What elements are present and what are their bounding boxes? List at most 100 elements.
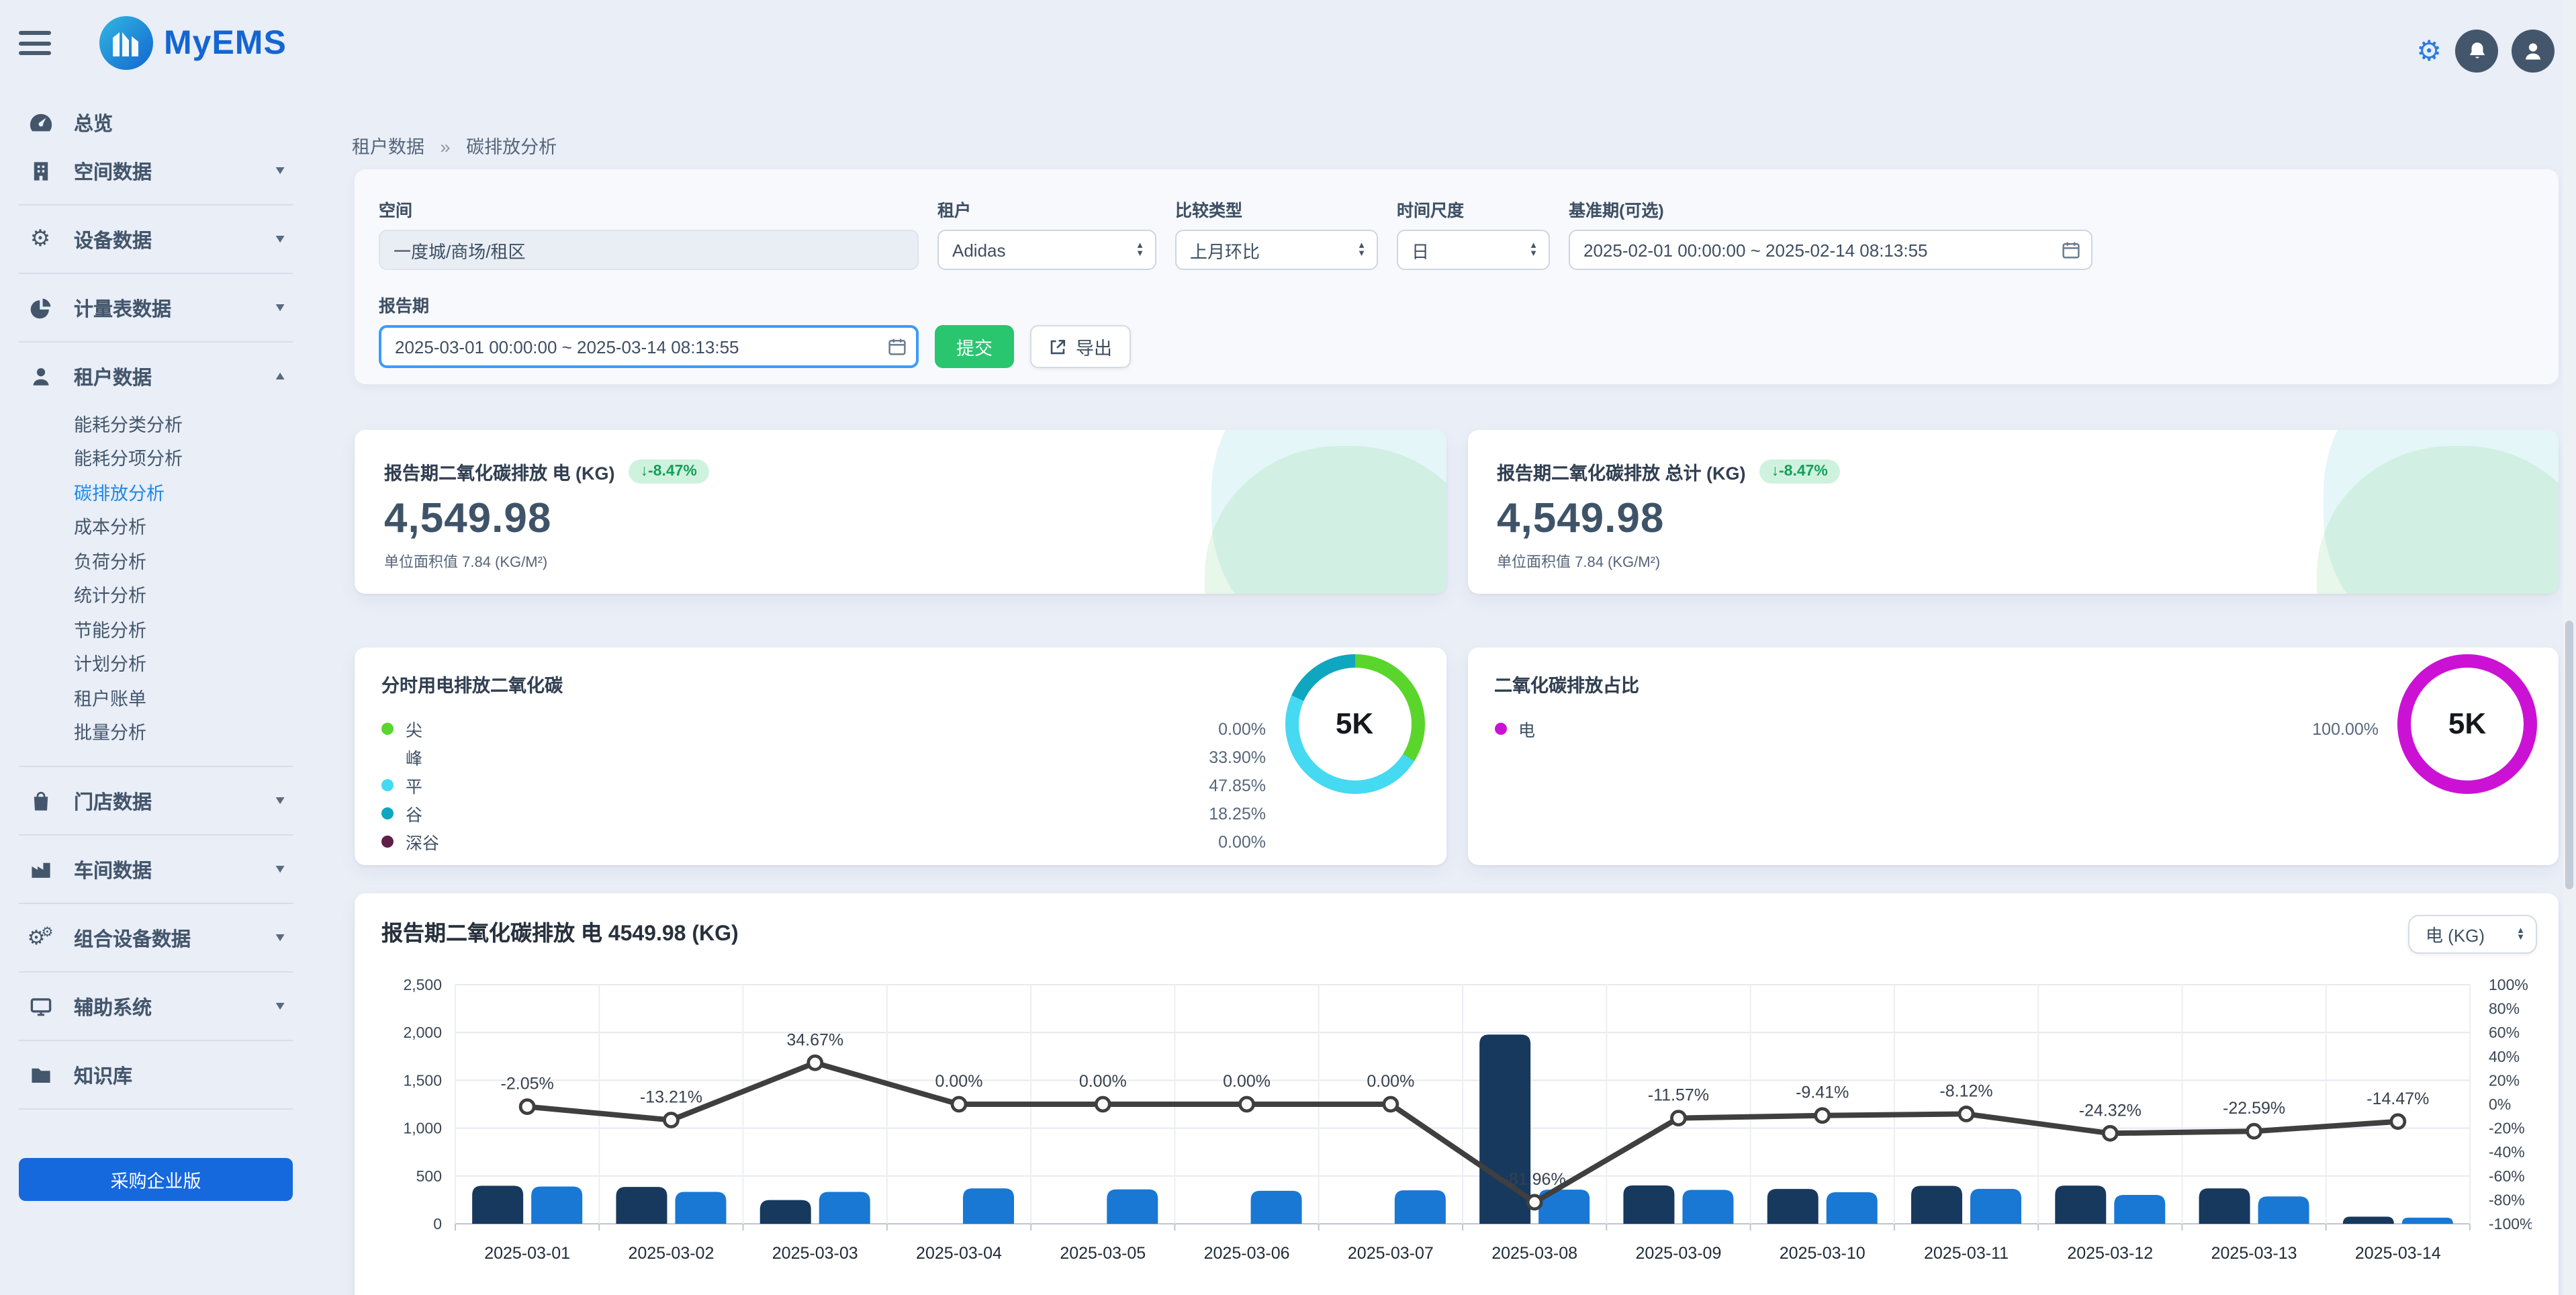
submenu-item-label: 统计分析 xyxy=(74,581,146,608)
share-donut-chart: 5K xyxy=(2397,654,2537,794)
shopping-bag-icon xyxy=(24,789,56,812)
folder-icon xyxy=(24,1063,56,1086)
submenu-item[interactable]: 负荷分析 xyxy=(0,543,312,577)
divider xyxy=(19,1040,293,1041)
svg-text:2025-03-06: 2025-03-06 xyxy=(1204,1244,1290,1263)
external-link-icon xyxy=(1049,338,1066,355)
sidebar-item-store-data[interactable]: 门店数据 ▼ xyxy=(0,776,312,825)
share-legend: 电 100.00% xyxy=(1494,715,2532,743)
svg-text:34.67%: 34.67% xyxy=(786,1030,843,1049)
reporting-period-input[interactable] xyxy=(379,325,919,368)
pie-chart-icon xyxy=(24,296,56,319)
tenant-select[interactable]: Adidas▲▼ xyxy=(937,230,1156,270)
period-type-select[interactable]: 日▲▼ xyxy=(1397,230,1550,270)
legend-percentage: 18.25% xyxy=(1209,804,1266,823)
legend-label: 峰 xyxy=(406,744,422,770)
hamburger-menu-icon[interactable] xyxy=(19,31,51,55)
export-button-label: 导出 xyxy=(1076,333,1112,360)
donut-center-label: 5K xyxy=(2448,707,2486,742)
submenu-item[interactable]: 统计分析 xyxy=(0,577,312,611)
breadcrumb-parent[interactable]: 租户数据 xyxy=(352,137,424,157)
submit-button[interactable]: 提交 xyxy=(935,325,1014,368)
select-caret-icon: ▲▼ xyxy=(1357,242,1366,257)
svg-text:40%: 40% xyxy=(2489,1048,2520,1065)
svg-text:2025-03-07: 2025-03-07 xyxy=(1348,1244,1434,1263)
svg-text:2025-03-11: 2025-03-11 xyxy=(1924,1244,2009,1263)
chart-unit-select[interactable]: 电 (KG) ▲▼ xyxy=(2408,915,2537,954)
export-button[interactable]: 导出 xyxy=(1030,325,1131,368)
svg-text:2025-03-13: 2025-03-13 xyxy=(2211,1244,2297,1263)
svg-text:1,000: 1,000 xyxy=(403,1120,442,1137)
svg-text:2025-03-03: 2025-03-03 xyxy=(772,1244,858,1263)
legend-percentage: 100.00% xyxy=(2312,719,2379,738)
sidebar-item-tenant-data[interactable]: 租户数据 ▲ xyxy=(0,352,312,400)
submenu-item[interactable]: 租户账单 xyxy=(0,680,312,714)
sidebar-item-auxiliary-system[interactable]: 辅助系统 ▼ xyxy=(0,982,312,1030)
legend-dot xyxy=(1494,723,1506,735)
vertical-scrollbar[interactable] xyxy=(2563,0,2576,1295)
kpi-trend-badge: ↓-8.47% xyxy=(629,459,709,484)
svg-text:-40%: -40% xyxy=(2489,1143,2525,1161)
legend-label: 平 xyxy=(406,772,422,798)
submenu-item[interactable]: 能耗分项分析 xyxy=(0,440,312,474)
logo-icon xyxy=(99,16,153,70)
sidebar-header: MyEMS xyxy=(0,0,312,86)
submenu-item-label: 计划分析 xyxy=(74,650,146,676)
base-period-input[interactable] xyxy=(1569,230,2092,270)
comparison-type-select[interactable]: 上月环比 ▲▼ xyxy=(1175,230,1378,270)
kpi-trend-badge: ↓-8.47% xyxy=(1759,459,1840,484)
svg-text:2025-03-14: 2025-03-14 xyxy=(2355,1244,2441,1263)
space-label: 空间 xyxy=(379,196,919,222)
chart-title: 报告期二氧化碳排放 电 4549.98 (KG) xyxy=(381,915,2532,947)
submenu-item[interactable]: 批量分析 xyxy=(0,714,312,748)
submenu-item-label: 批量分析 xyxy=(74,718,146,745)
divider xyxy=(19,273,293,274)
svg-text:2025-03-12: 2025-03-12 xyxy=(2067,1244,2153,1263)
sidebar-item-space-data[interactable]: 空间数据 ▼ xyxy=(0,146,312,195)
select-caret-icon: ▲▼ xyxy=(2516,927,2525,942)
submenu-item[interactable]: 计划分析 xyxy=(0,645,312,680)
notifications-button[interactable] xyxy=(2455,30,2498,73)
legend-item: 谷 18.25% xyxy=(381,799,1266,828)
space-input[interactable] xyxy=(379,230,919,270)
period-type-select-value: 日 xyxy=(1412,237,1429,263)
comparison-select-value: 上月环比 xyxy=(1190,237,1260,263)
gear-icon: ⚙ xyxy=(24,226,56,253)
header-actions: ⚙ xyxy=(2416,30,2555,73)
svg-text:500: 500 xyxy=(416,1167,442,1185)
chevron-down-icon: ▼ xyxy=(273,794,287,807)
submenu-item[interactable]: 成本分析 xyxy=(0,508,312,543)
user-avatar[interactable] xyxy=(2512,30,2555,73)
svg-text:-13.21%: -13.21% xyxy=(640,1088,702,1107)
scrollbar-thumb[interactable] xyxy=(2565,621,2573,889)
submenu-item-label: 能耗分类分析 xyxy=(74,410,183,437)
emissions-chart-card: 报告期二氧化碳排放 电 4549.98 (KG) 电 (KG) ▲▼ 05001… xyxy=(355,893,2559,1295)
submenu-item[interactable]: 节能分析 xyxy=(0,611,312,645)
breadcrumb: 租户数据 » 碳排放分析 xyxy=(352,132,557,159)
submenu-item[interactable]: 碳排放分析 xyxy=(0,474,312,508)
upgrade-enterprise-button[interactable]: 采购企业版 xyxy=(19,1158,293,1201)
sidebar-item-equipment-data[interactable]: ⚙ 设备数据 ▼ xyxy=(0,215,312,263)
sidebar-item-knowledge-base[interactable]: 知识库 xyxy=(0,1051,312,1099)
chevron-down-icon: ▼ xyxy=(273,164,287,177)
svg-text:-22.59%: -22.59% xyxy=(2223,1099,2285,1118)
sidebar-item-shopfloor-data[interactable]: 车间数据 ▼ xyxy=(0,845,312,893)
svg-text:0.00%: 0.00% xyxy=(1079,1072,1127,1091)
logo[interactable]: MyEMS xyxy=(99,16,287,70)
person-icon xyxy=(24,365,56,388)
calendar-icon xyxy=(2062,240,2080,259)
legend-dot xyxy=(381,807,394,819)
svg-text:-20%: -20% xyxy=(2489,1120,2525,1137)
sidebar-item-label: 设备数据 xyxy=(74,225,273,253)
kpi-value: 4,549.98 xyxy=(384,494,1416,543)
sidebar-item-combined-equipment-data[interactable]: ⚙⚙ 组合设备数据 ▼ xyxy=(0,913,312,962)
submenu-item[interactable]: 能耗分类分析 xyxy=(0,406,312,440)
monitor-icon xyxy=(24,995,56,1018)
sidebar-item-meter-data[interactable]: 计量表数据 ▼ xyxy=(0,283,312,332)
svg-text:2,500: 2,500 xyxy=(403,976,442,993)
sidebar-item-overview[interactable]: 总览 xyxy=(0,98,312,146)
settings-gear-icon[interactable]: ⚙ xyxy=(2416,37,2442,65)
svg-text:2025-03-10: 2025-03-10 xyxy=(1780,1244,1866,1263)
kpi-row: 报告期二氧化碳排放 电 (KG) ↓-8.47% 4,549.98 单位面积值 … xyxy=(355,430,2559,594)
svg-text:-9.41%: -9.41% xyxy=(1796,1083,1849,1102)
